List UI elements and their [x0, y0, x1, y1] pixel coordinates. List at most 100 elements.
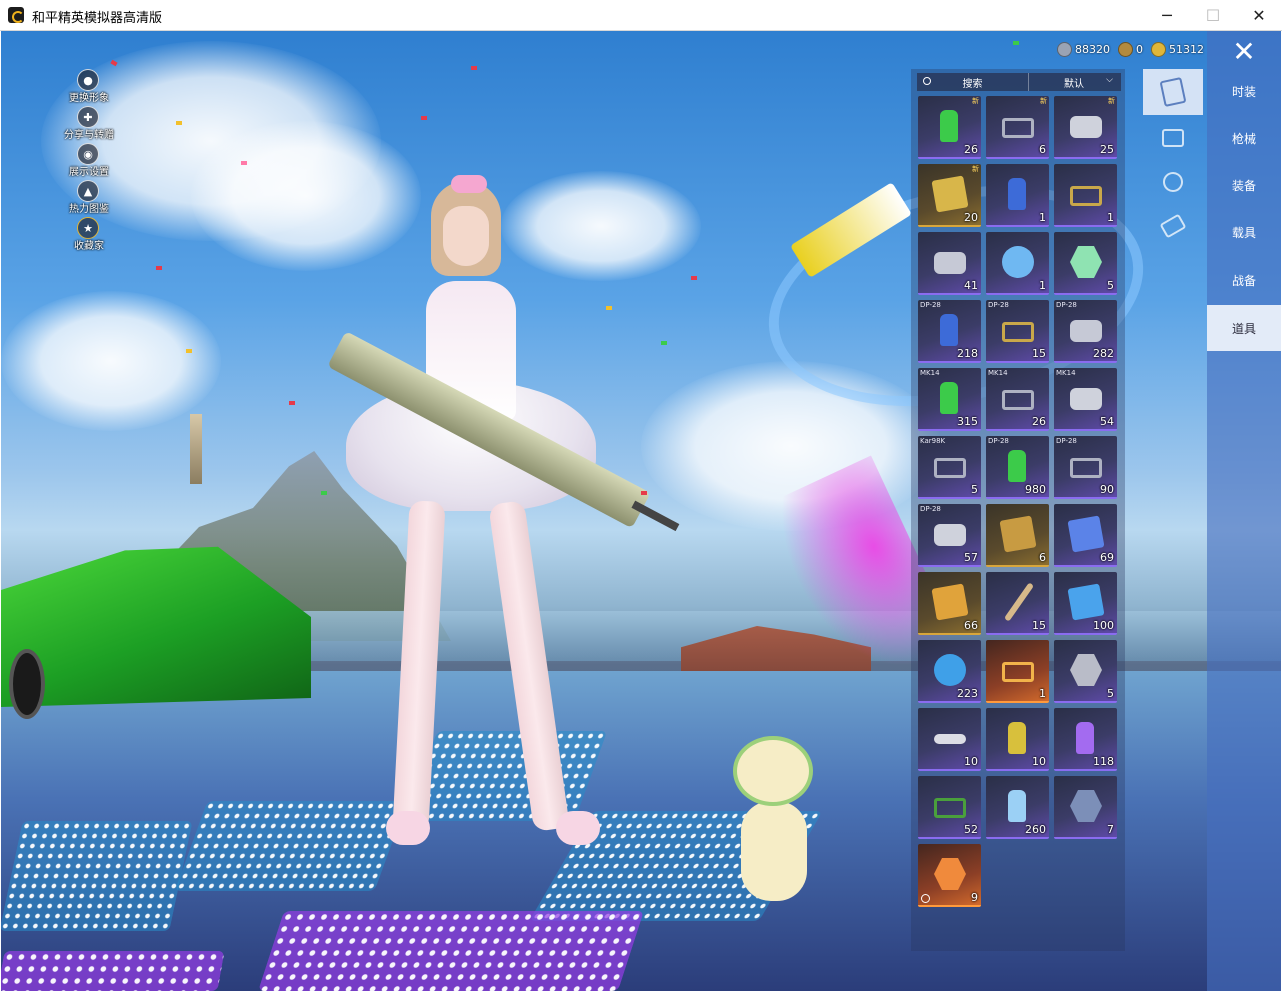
search-label: 搜索 — [962, 78, 983, 90]
inventory-item[interactable]: DP-28 57 — [918, 504, 981, 567]
game-viewport: ● 更换形象 ✚ 分享与转赠 ◉ 展示设置 ▲ 热力图鉴 ★ 收藏家 88320… — [1, 31, 1281, 991]
inventory-item[interactable]: 1 — [986, 164, 1049, 227]
character-leg — [392, 500, 446, 832]
subtab-sparkle[interactable] — [1143, 159, 1203, 205]
inventory-item[interactable]: 5 — [1054, 232, 1117, 295]
confetti — [156, 266, 162, 270]
inventory-item[interactable]: 新6 — [986, 96, 1049, 159]
character-shoe — [556, 811, 600, 845]
inventory-item[interactable]: 260 — [986, 776, 1049, 839]
clock-icon — [921, 894, 930, 903]
item-count: 57 — [964, 551, 978, 564]
tab-equipment[interactable]: 装备 — [1207, 162, 1281, 208]
inventory-item[interactable]: 66 — [918, 572, 981, 635]
inventory-item[interactable]: 9 — [918, 844, 981, 907]
sort-label: 默认 — [1064, 78, 1084, 90]
floor-tile — [1, 951, 225, 991]
inventory-item[interactable]: 10 — [918, 708, 981, 771]
tab-vehicles[interactable]: 载具 — [1207, 209, 1281, 255]
inventory-item[interactable]: MK14 315 — [918, 368, 981, 431]
tab-combat-prep[interactable]: 战备 — [1207, 257, 1281, 303]
tab-label: 道具 — [1231, 321, 1256, 336]
grip-box-icon — [1002, 390, 1034, 410]
inventory-item[interactable]: Kar98K 5 — [918, 436, 981, 499]
spring-icon — [1070, 388, 1102, 410]
spray-gun-icon — [1008, 790, 1026, 822]
inventory-item[interactable]: DP-28 980 — [986, 436, 1049, 499]
new-badge: 新 — [1040, 97, 1047, 105]
menu-label: 更换形象 — [69, 93, 109, 104]
inventory-item[interactable]: 52 — [918, 776, 981, 839]
inventory-item[interactable]: DP-28 15 — [986, 300, 1049, 363]
inventory-item[interactable]: 7 — [1054, 776, 1117, 839]
inventory-item[interactable]: DP-28 218 — [918, 300, 981, 363]
inventory-item[interactable]: DP-28 90 — [1054, 436, 1117, 499]
inventory-item[interactable]: 新 26 — [918, 96, 981, 159]
inventory-item[interactable]: 118 — [1054, 708, 1117, 771]
tab-items[interactable]: 道具 — [1207, 305, 1281, 351]
inventory-item[interactable]: 100 — [1054, 572, 1117, 635]
tab-weapons[interactable]: 枪械 — [1207, 115, 1281, 161]
item-count: 1 — [1039, 279, 1046, 292]
window-close-button[interactable]: ✕ — [1236, 0, 1282, 31]
tab-label: 时装 — [1231, 84, 1256, 99]
inventory-item[interactable]: DP-28 282 — [1054, 300, 1117, 363]
item-count: 1 — [1107, 211, 1114, 224]
item-count: 5 — [971, 483, 978, 496]
tab-label: 载具 — [1231, 225, 1256, 240]
new-badge: 新 — [1108, 97, 1115, 105]
inventory-item[interactable]: 6 — [986, 504, 1049, 567]
item-count: 1 — [1039, 211, 1046, 224]
character-model — [331, 175, 641, 881]
maximize-button[interactable]: ☐ — [1190, 0, 1236, 31]
spray-can-icon — [940, 382, 958, 414]
inventory-item[interactable]: 1 — [986, 640, 1049, 703]
confetti — [321, 491, 327, 495]
confetti — [471, 66, 477, 70]
item-count: 100 — [1093, 619, 1114, 632]
weapon-tag: DP-28 — [988, 437, 1009, 445]
inventory-item[interactable]: 69 — [1054, 504, 1117, 567]
confetti — [1013, 41, 1019, 45]
menu-display-settings[interactable]: ◉ 展示设置 — [49, 143, 129, 179]
inventory-item[interactable]: 新 20 — [918, 164, 981, 227]
sparkle-icon — [1161, 170, 1185, 194]
inventory-item[interactable]: 41 — [918, 232, 981, 295]
subtab-ticket[interactable] — [1143, 203, 1203, 249]
item-count: 260 — [1025, 823, 1046, 836]
tab-fashion[interactable]: 时装 — [1207, 68, 1281, 114]
inventory-item[interactable]: 10 — [986, 708, 1049, 771]
inventory-item[interactable]: 1 — [1054, 164, 1117, 227]
menu-heat-collection[interactable]: ▲ 热力图鉴 — [49, 180, 129, 216]
inventory-item[interactable]: 1 — [986, 232, 1049, 295]
lighthouse-tower — [190, 414, 202, 484]
menu-collector[interactable]: ★ 收藏家 — [49, 217, 129, 253]
sort-dropdown[interactable]: 默认 ⌵ — [1029, 73, 1119, 91]
subtab-calendar[interactable] — [1143, 115, 1203, 161]
coupon-icon — [931, 583, 969, 621]
inventory-item[interactable]: 223 — [918, 640, 981, 703]
inventory-item[interactable]: 新 25 — [1054, 96, 1117, 159]
confetti — [176, 121, 182, 125]
inventory-item[interactable]: MK14 54 — [1054, 368, 1117, 431]
grip-box-icon — [1002, 118, 1034, 138]
minimize-button[interactable]: ─ — [1144, 0, 1190, 31]
inventory-item[interactable]: 15 — [986, 572, 1049, 635]
subtab-card[interactable] — [1143, 69, 1203, 115]
close-icon[interactable]: ✕ — [1209, 33, 1279, 69]
menu-change-appearance[interactable]: ● 更换形象 — [49, 69, 129, 105]
item-count: 5 — [1107, 279, 1114, 292]
currency-gold-icon — [1151, 41, 1166, 57]
menu-label: 展示设置 — [69, 167, 109, 178]
search-input[interactable]: 搜索 — [917, 73, 1029, 91]
tab-label: 战备 — [1231, 273, 1256, 288]
pet-head — [733, 736, 813, 806]
item-count: 218 — [957, 347, 978, 360]
inventory-item[interactable]: MK14 26 — [986, 368, 1049, 431]
parts-box-icon — [1002, 322, 1034, 342]
warning-card-icon — [931, 175, 969, 213]
menu-share-gift[interactable]: ✚ 分享与转赠 — [49, 106, 129, 142]
inventory-item[interactable]: 5 — [1054, 640, 1117, 703]
item-count: 26 — [1032, 415, 1046, 428]
menu-label: 热力图鉴 — [69, 204, 109, 215]
